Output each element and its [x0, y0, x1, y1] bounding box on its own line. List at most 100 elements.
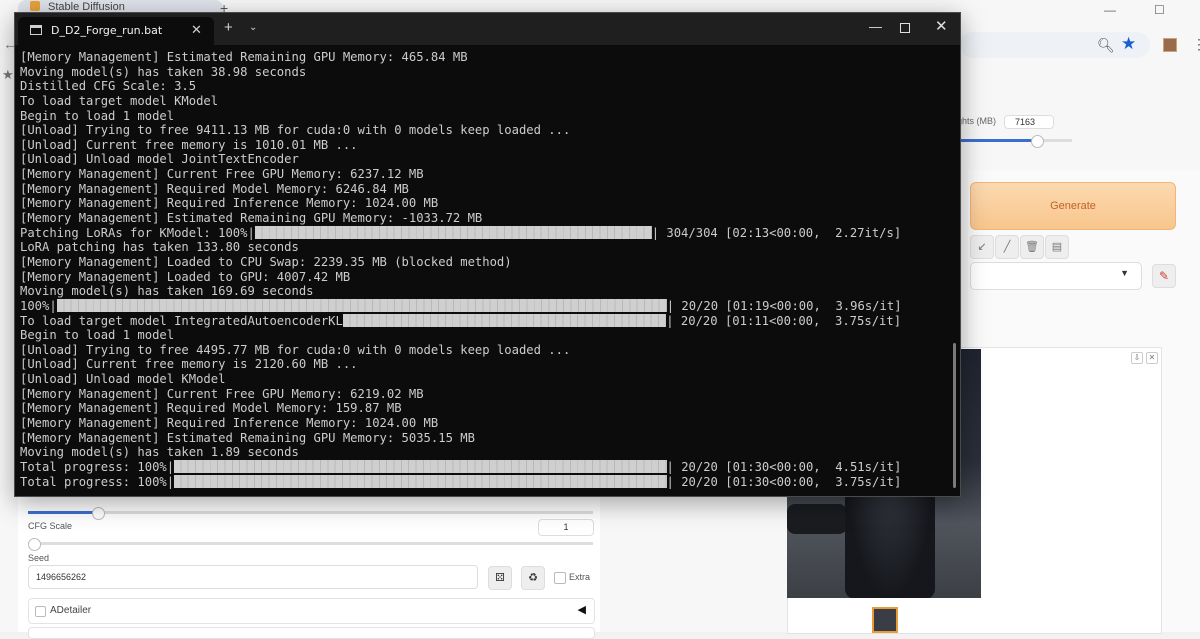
- style-select[interactable]: ▼: [970, 262, 1142, 290]
- seed-input[interactable]: 1496656262: [28, 565, 478, 589]
- cfg-scale-slider-knob[interactable]: [28, 538, 41, 551]
- terminal-line-text: [Unload] Trying to free 4495.77 MB for c…: [20, 342, 571, 357]
- cfg-scale-slider[interactable]: [28, 538, 593, 551]
- terminal-line-text: Patching LoRAs for KModel: 100%|: [20, 225, 255, 240]
- terminal-tab-title: D_D2_Forge_run.bat: [51, 24, 163, 37]
- terminal-line-text: [Memory Management] Estimated Remaining …: [20, 211, 483, 226]
- terminal-line-text: [Memory Management] Loaded to GPU: 4007.…: [20, 269, 351, 284]
- terminal-line: Distilled CFG Scale: 3.5: [20, 79, 950, 94]
- trash-icon[interactable]: 🗑︎: [1020, 235, 1044, 259]
- dice-icon[interactable]: ⚄: [488, 566, 512, 590]
- terminal-line: [Memory Management] Required Inference M…: [20, 416, 950, 431]
- weights-slider[interactable]: [960, 135, 1072, 148]
- terminal-output[interactable]: [Memory Management] Estimated Remaining …: [20, 50, 950, 495]
- extension-icon[interactable]: [1163, 38, 1177, 52]
- generate-button[interactable]: Generate: [970, 182, 1176, 230]
- terminal-line: [Memory Management] Estimated Remaining …: [20, 431, 950, 446]
- terminal-line-text: [Memory Management] Estimated Remaining …: [20, 430, 475, 445]
- tab-close-icon[interactable]: ✕: [191, 22, 202, 38]
- terminal-line-text: To load target model KModel: [20, 93, 219, 108]
- terminal-line-text: [Unload] Trying to free 9411.13 MB for c…: [20, 123, 571, 138]
- progress-stats: | 20/20 [01:30<00:00, 3.75s/it]: [666, 474, 902, 489]
- terminal-line: [Memory Management] Estimated Remaining …: [20, 50, 950, 65]
- zoom-icon[interactable]: 🔍︎: [1097, 37, 1115, 54]
- terminal-line-text: [Memory Management] Estimated Remaining …: [20, 50, 468, 64]
- favicon-icon: [30, 1, 40, 11]
- progress-bar: [254, 225, 652, 239]
- terminal-line: Moving model(s) has taken 1.89 seconds: [20, 445, 950, 460]
- adetailer-accordion[interactable]: ADetailer ◀: [28, 598, 595, 624]
- terminal-line-text: [Memory Management] Required Model Memor…: [20, 401, 402, 416]
- terminal-line-text: [Memory Management] Required Inference M…: [20, 196, 439, 211]
- brush-icon[interactable]: ╱: [995, 235, 1019, 259]
- clipboard-icon[interactable]: ▤: [1045, 235, 1069, 259]
- terminal-line: [Unload] Current free memory is 1010.01 …: [20, 138, 950, 153]
- terminal-line-text: Total progress: 100%|: [20, 474, 175, 489]
- weights-slider-fill: [960, 139, 1036, 142]
- maximize-icon[interactable]: [900, 23, 910, 33]
- extra-label: Extra: [569, 572, 591, 582]
- terminal-line-text: [Unload] Current free memory is 1010.01 …: [20, 137, 358, 152]
- maximize-icon[interactable]: ☐: [1154, 3, 1165, 17]
- image-car: [787, 504, 847, 534]
- steps-slider-fill: [28, 511, 98, 514]
- collapse-arrow-icon[interactable]: ◀: [578, 603, 586, 616]
- terminal-line: [Unload] Current free memory is 2120.60 …: [20, 357, 950, 372]
- terminal-line-text: Begin to load 1 model: [20, 328, 175, 343]
- download-icon[interactable]: ⇩: [1131, 352, 1143, 364]
- terminal-line: To load target model KModel: [20, 94, 950, 109]
- terminal-line-text: [Unload] Current free memory is 2120.60 …: [20, 357, 358, 372]
- adetailer-label: ADetailer: [50, 605, 92, 616]
- terminal-line-text: Total progress: 100%|: [20, 459, 175, 474]
- terminal-line: [Memory Management] Required Model Memor…: [20, 401, 950, 416]
- cfg-scale-input[interactable]: 1: [538, 519, 594, 536]
- weights-label: ights (MB): [955, 116, 997, 126]
- terminal-line-text: 100%|: [20, 298, 57, 313]
- seed-label: Seed: [28, 553, 50, 563]
- chevron-down-icon: ▼: [1120, 268, 1129, 278]
- progress-bar: [56, 298, 667, 312]
- steps-slider[interactable]: [28, 507, 593, 520]
- extra-checkbox[interactable]: [554, 572, 566, 584]
- terminal-line-text: [Unload] Unload model JointTextEncoder: [20, 152, 299, 167]
- recycle-icon[interactable]: ♻: [521, 566, 545, 590]
- gallery-thumbnail[interactable]: [872, 607, 898, 633]
- weights-slider-knob[interactable]: [1031, 135, 1044, 148]
- progress-stats: | 20/20 [01:19<00:00, 3.96s/it]: [666, 298, 902, 313]
- next-accordion[interactable]: [28, 627, 595, 639]
- terminal-line-text: To load target model IntegratedAutoencod…: [20, 313, 343, 328]
- terminal-line: [Unload] Unload model JointTextEncoder: [20, 152, 950, 167]
- progress-bar: [342, 313, 667, 327]
- close-icon[interactable]: ✕: [935, 17, 948, 35]
- minimize-icon[interactable]: —: [869, 19, 882, 34]
- terminal-tab[interactable]: D_D2_Forge_run.bat ✕: [18, 17, 214, 45]
- terminal-line-text: Distilled CFG Scale: 3.5: [20, 79, 197, 94]
- terminal-icon: [30, 25, 42, 35]
- bookmark-star-icon[interactable]: ★: [2, 67, 14, 83]
- terminal-line: Patching LoRAs for KModel: 100%| | 304/30…: [20, 225, 950, 241]
- terminal-line-text: [Unload] Unload model KModel: [20, 372, 226, 387]
- progress-stats: | 304/304 [02:13<00:00, 2.27it/s]: [651, 225, 902, 240]
- new-tab-button[interactable]: +: [224, 19, 233, 36]
- terminal-line: LoRA patching has taken 133.80 seconds: [20, 240, 950, 255]
- terminal-line-text: LoRA patching has taken 133.80 seconds: [20, 240, 299, 255]
- terminal-line: [Memory Management] Current Free GPU Mem…: [20, 167, 950, 182]
- terminal-scrollbar[interactable]: [953, 343, 956, 488]
- terminal-line-text: [Memory Management] Current Free GPU Mem…: [20, 386, 424, 401]
- terminal-line: [Unload] Trying to free 9411.13 MB for c…: [20, 123, 950, 138]
- minimize-icon[interactable]: —: [1104, 3, 1116, 17]
- menu-icon[interactable]: ⋮: [1192, 36, 1200, 53]
- terminal-titlebar[interactable]: D_D2_Forge_run.bat ✕ + ⌄ — ✕: [15, 13, 960, 45]
- arrow-icon[interactable]: ↙: [970, 235, 994, 259]
- star-icon[interactable]: ★: [1121, 34, 1136, 54]
- steps-slider-knob[interactable]: [92, 507, 105, 520]
- close-icon[interactable]: ✕: [1146, 352, 1158, 364]
- weights-input[interactable]: 7163: [1004, 115, 1054, 129]
- adetailer-checkbox[interactable]: [35, 606, 46, 617]
- cfg-scale-label: CFG Scale: [28, 521, 73, 531]
- terminal-window[interactable]: D_D2_Forge_run.bat ✕ + ⌄ — ✕ [Memory Man…: [14, 12, 961, 497]
- chevron-down-icon[interactable]: ⌄: [249, 22, 257, 33]
- terminal-line: Total progress: 100%| | 20/20 [01:30<00:0…: [20, 459, 950, 475]
- pen-icon[interactable]: ✎: [1152, 264, 1176, 288]
- terminal-line-text: [Memory Management] Required Inference M…: [20, 416, 439, 431]
